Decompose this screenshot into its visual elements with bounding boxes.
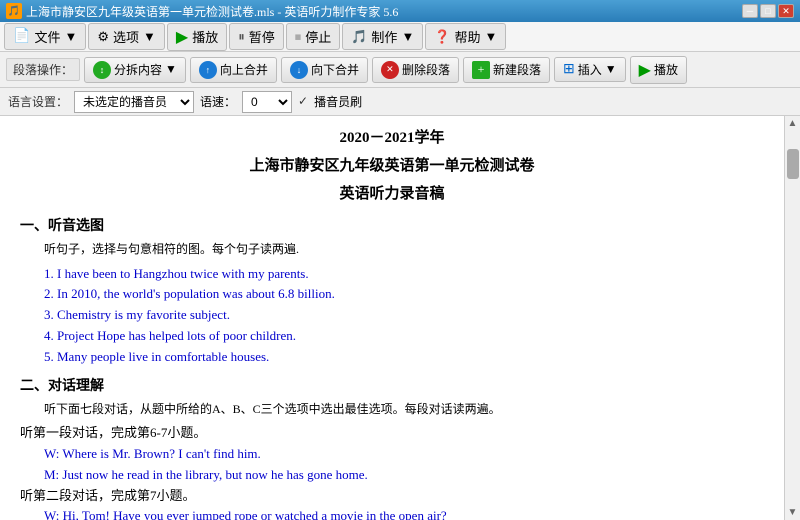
help-label: 帮助 [455, 27, 481, 46]
toolbar-play-label: 播放 [654, 61, 678, 78]
insert-label: 插入 [578, 61, 602, 78]
maximize-button[interactable]: □ [760, 4, 776, 18]
refresh-text: 播音员刷 [314, 93, 362, 110]
file-menu-arrow: ▼ [64, 29, 77, 45]
refresh-label: ✓ [298, 94, 308, 109]
produce-menu[interactable]: 🎵 制作 ▼ [342, 23, 423, 50]
merge-down-button[interactable]: ↓ 向下合并 [281, 57, 368, 83]
section1-sub: 听句子，选择与句意相符的图。每个句子读两遍. [44, 240, 764, 259]
file-menu-label: 文件 [34, 27, 60, 46]
section1-header: 一、听音选图 [20, 216, 764, 238]
menu-bar: 📄 文件 ▼ ⚙ 选项 ▼ ▶ 播放 ⏸ 暂停 ⏹ 停止 🎵 制作 ▼ ❓ 帮助… [0, 22, 800, 52]
delete-paragraph-button[interactable]: ✕ 删除段落 [372, 57, 459, 83]
help-menu[interactable]: ❓ 帮助 ▼ [425, 23, 506, 50]
merge-up-button[interactable]: ↑ 向上合并 [190, 57, 277, 83]
help-arrow: ▼ [485, 29, 498, 45]
new-para-icon: + [472, 61, 490, 79]
insert-icon: ⊞ [563, 61, 575, 78]
content-area: 2020－2021学年 上海市静安区九年级英语第一单元检测试卷 英语听力录音稿 … [0, 116, 800, 520]
line-1: 1. I have been to Hangzhou twice with my… [44, 264, 764, 285]
merge-down-icon: ↓ [290, 61, 308, 79]
insert-button[interactable]: ⊞ 插入 ▼ [554, 57, 626, 82]
line-5: 5. Many people live in comfortable house… [44, 347, 764, 368]
options-menu[interactable]: ⚙ 选项 ▼ [88, 23, 165, 50]
merge-down-label: 向下合并 [311, 61, 359, 78]
pause-label: 暂停 [249, 27, 275, 46]
speed-select[interactable]: 0 [242, 91, 292, 113]
line-3: 3. Chemistry is my favorite subject. [44, 305, 764, 326]
speed-label: 语速： [200, 93, 236, 110]
section2-sub: 听下面七段对话，从题中所给的A、B、C三个选项中选出最佳选项。每段对话读两遍。 [44, 400, 764, 419]
dialog1-line1: W: Where is Mr. Brown? I can't find him. [44, 444, 764, 465]
section2-sub2: 听第一段对话，完成第6-7小题。 [20, 423, 764, 444]
stop-label: 停止 [305, 27, 331, 46]
minimize-button[interactable]: ─ [742, 4, 758, 18]
paragraph-label: 段落操作： [6, 58, 80, 81]
split-label: 分拆内容 [114, 61, 162, 78]
file-icon: 📄 [13, 28, 30, 45]
paragraph-toolbar: 段落操作： ↕ 分拆内容 ▼ ↑ 向上合并 ↓ 向下合并 ✕ 删除段落 + 新建… [0, 52, 800, 88]
merge-up-label: 向上合并 [220, 61, 268, 78]
toolbar-play-icon: ▶ [639, 60, 651, 80]
line-2: 2. In 2010, the world's population was a… [44, 284, 764, 305]
dialog2-line1: W: Hi, Tom! Have you ever jumped rope or… [44, 506, 764, 520]
new-paragraph-button[interactable]: + 新建段落 [463, 57, 550, 83]
scrollbar[interactable]: ▲ ▼ [784, 116, 800, 520]
split-arrow: ▼ [165, 62, 177, 77]
delete-label: 删除段落 [402, 61, 450, 78]
help-icon: ❓ [434, 29, 450, 45]
play-icon: ▶ [176, 27, 188, 47]
new-para-label: 新建段落 [493, 61, 541, 78]
merge-up-icon: ↑ [199, 61, 217, 79]
section2-header: 二、对话理解 [20, 376, 764, 398]
line-4: 4. Project Hope has helped lots of poor … [44, 326, 764, 347]
split-content-button[interactable]: ↕ 分拆内容 ▼ [84, 57, 186, 83]
speaker-select[interactable]: 未选定的播音员 [74, 91, 194, 113]
document-title-3: 英语听力录音稿 [20, 182, 764, 206]
toolbar-play-button[interactable]: ▶ 播放 [630, 56, 687, 84]
options-arrow: ▼ [143, 29, 156, 45]
play-menu[interactable]: ▶ 播放 [167, 23, 227, 51]
delete-icon: ✕ [381, 61, 399, 79]
produce-arrow: ▼ [401, 29, 414, 45]
pause-menu[interactable]: ⏸ 暂停 [229, 23, 284, 50]
main-content: 2020－2021学年 上海市静安区九年级英语第一单元检测试卷 英语听力录音稿 … [0, 116, 784, 520]
stop-menu[interactable]: ⏹ 停止 [286, 23, 341, 50]
document-title-2: 上海市静安区九年级英语第一单元检测试卷 [20, 154, 764, 178]
pause-icon: ⏸ [238, 29, 245, 45]
document-title-1: 2020－2021学年 [20, 126, 764, 150]
play-label: 播放 [192, 27, 218, 46]
options-icon: ⚙ [97, 29, 109, 45]
app-icon: 🎵 [6, 3, 22, 19]
options-label: 选项 [113, 27, 139, 46]
section2-sub3: 听第二段对话，完成第7小题。 [20, 486, 764, 507]
insert-arrow: ▼ [605, 62, 617, 77]
split-icon: ↕ [93, 61, 111, 79]
file-menu[interactable]: 📄 文件 ▼ [4, 23, 86, 50]
scrollbar-thumb[interactable] [787, 149, 799, 179]
stop-icon: ⏹ [295, 29, 302, 45]
window-title: 上海市静安区九年级英语第一单元检测试卷.mls - 英语听力制作专家 5.6 [26, 3, 398, 20]
produce-label: 制作 [371, 27, 397, 46]
music-icon: 🎵 [351, 29, 367, 45]
settings-bar: 语言设置： 未选定的播音员 语速： 0 ✓ 播音员刷 [0, 88, 800, 116]
title-bar: 🎵 上海市静安区九年级英语第一单元检测试卷.mls - 英语听力制作专家 5.6… [0, 0, 800, 22]
close-button[interactable]: ✕ [778, 4, 794, 18]
language-label: 语言设置： [8, 93, 68, 110]
dialog1-line2: M: Just now he read in the library, but … [44, 465, 764, 486]
